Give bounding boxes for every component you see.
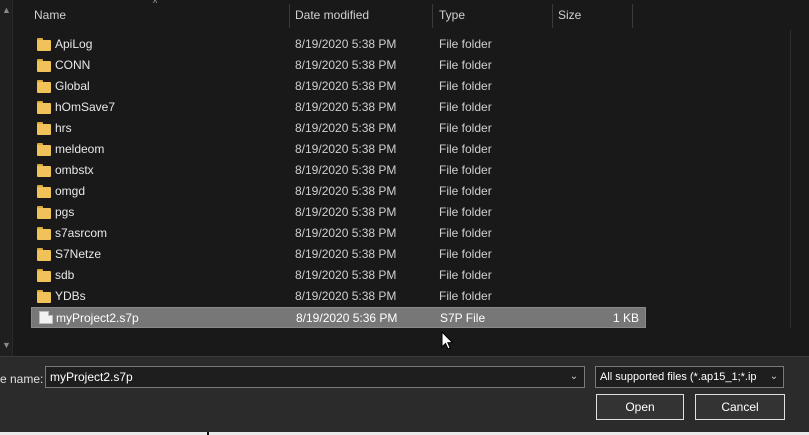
- file-type: File folder: [439, 100, 492, 114]
- file-row[interactable]: pgs 8/19/2020 5:38 PM File folder: [31, 202, 646, 223]
- column-header-size[interactable]: Size: [558, 0, 581, 30]
- folder-icon: [37, 206, 51, 219]
- file-type: File folder: [439, 79, 492, 93]
- file-name-label: e name:: [0, 372, 44, 386]
- file-date: 8/19/2020 5:38 PM: [295, 121, 397, 135]
- column-divider[interactable]: [432, 4, 433, 28]
- file-name: myProject2.s7p: [56, 311, 139, 325]
- file-date: 8/19/2020 5:38 PM: [295, 205, 397, 219]
- file-date: 8/19/2020 5:38 PM: [295, 142, 397, 156]
- file-row[interactable]: CONN 8/19/2020 5:38 PM File folder: [31, 55, 646, 76]
- column-divider[interactable]: [289, 4, 290, 28]
- file-row[interactable]: S7Netze 8/19/2020 5:38 PM File folder: [31, 244, 646, 265]
- file-type: File folder: [439, 142, 492, 156]
- file-name: omgd: [55, 184, 86, 198]
- chevron-down-icon[interactable]: ⌄: [564, 367, 584, 387]
- file-row[interactable]: s7asrcom 8/19/2020 5:38 PM File folder: [31, 223, 646, 244]
- column-header: ^ Name Date modified Type Size: [13, 0, 809, 30]
- file-row[interactable]: ApiLog 8/19/2020 5:38 PM File folder: [31, 34, 646, 55]
- folder-icon: [37, 290, 51, 303]
- file-row[interactable]: hOmSave7 8/19/2020 5:38 PM File folder: [31, 97, 646, 118]
- file-row[interactable]: myProject2.s7p 8/19/2020 5:36 PM S7P File 1…: [31, 307, 646, 328]
- file-type: File folder: [439, 163, 492, 177]
- folder-icon: [37, 59, 51, 72]
- file-type: S7P File: [440, 311, 486, 325]
- folder-icon: [37, 185, 51, 198]
- file-type: File folder: [439, 37, 492, 51]
- file-name: ApiLog: [55, 37, 93, 51]
- file-row[interactable]: sdb 8/19/2020 5:38 PM File folder: [31, 265, 646, 286]
- file-date: 8/19/2020 5:38 PM: [295, 226, 397, 240]
- column-divider[interactable]: [632, 4, 633, 28]
- file-type: File folder: [439, 205, 492, 219]
- file-size: 1 KB: [612, 311, 639, 325]
- file-name: CONN: [55, 58, 91, 72]
- scroll-down-arrow-icon[interactable]: ▼: [1, 339, 12, 351]
- file-type-filter-select[interactable]: All supported files (*.ap15_1;*.ip ⌄: [595, 366, 784, 388]
- file-name: s7asrcom: [55, 226, 108, 240]
- file-name-input[interactable]: myProject2.s7p: [45, 366, 585, 388]
- file-type: File folder: [439, 247, 492, 261]
- file-row[interactable]: YDBs 8/19/2020 5:38 PM File folder: [31, 286, 646, 307]
- column-header-name[interactable]: Name: [34, 0, 66, 30]
- file-row[interactable]: meldeom 8/19/2020 5:38 PM File folder: [31, 139, 646, 160]
- file-name: meldeom: [55, 142, 105, 156]
- dialog-footer: e name: myProject2.s7p ⌄ All supported f…: [0, 356, 809, 435]
- file-name: YDBs: [55, 289, 86, 303]
- file-date: 8/19/2020 5:36 PM: [296, 311, 398, 325]
- folder-icon: [37, 248, 51, 261]
- cancel-button[interactable]: Cancel: [695, 394, 785, 420]
- file-name: ombstx: [55, 163, 94, 177]
- folder-icon: [37, 227, 51, 240]
- file-name: hrs: [55, 121, 72, 135]
- folder-icon: [37, 80, 51, 93]
- file-type: File folder: [439, 184, 492, 198]
- folder-icon: [37, 122, 51, 135]
- open-button[interactable]: Open: [596, 394, 684, 420]
- column-divider[interactable]: [552, 4, 553, 28]
- file-type: File folder: [439, 121, 492, 135]
- file-row[interactable]: Global 8/19/2020 5:38 PM File folder: [31, 76, 646, 97]
- file-name: sdb: [55, 268, 75, 282]
- folder-icon: [37, 38, 51, 51]
- pane-divider: [790, 30, 791, 328]
- folder-icon: [37, 101, 51, 114]
- file-name: S7Netze: [55, 247, 102, 261]
- file-row[interactable]: omgd 8/19/2020 5:38 PM File folder: [31, 181, 646, 202]
- mouse-pointer-icon: [441, 331, 454, 350]
- file-date: 8/19/2020 5:38 PM: [295, 184, 397, 198]
- file-name: pgs: [55, 205, 75, 219]
- scroll-up-arrow-icon[interactable]: ▲: [1, 4, 12, 16]
- file-type: File folder: [439, 226, 492, 240]
- file-name: hOmSave7: [55, 100, 116, 114]
- file-name: Global: [55, 79, 90, 93]
- file-date: 8/19/2020 5:38 PM: [295, 289, 397, 303]
- file-type-filter-value: All supported files (*.ap15_1;*.ip: [600, 371, 757, 383]
- sort-ascending-icon: ^: [153, 0, 158, 8]
- vertical-scrollbar[interactable]: ▲ ▼: [0, 0, 13, 357]
- file-type: File folder: [439, 289, 492, 303]
- folder-icon: [37, 143, 51, 156]
- file-row[interactable]: ombstx 8/19/2020 5:38 PM File folder: [31, 160, 646, 181]
- file-date: 8/19/2020 5:38 PM: [295, 58, 397, 72]
- column-header-type[interactable]: Type: [439, 0, 465, 30]
- file-list: ApiLog 8/19/2020 5:38 PM File folder CONN 8/…: [13, 34, 646, 328]
- file-date: 8/19/2020 5:38 PM: [295, 100, 397, 114]
- file-date: 8/19/2020 5:38 PM: [295, 37, 397, 51]
- folder-icon: [37, 269, 51, 282]
- file-date: 8/19/2020 5:38 PM: [295, 163, 397, 177]
- file-icon: [39, 311, 53, 324]
- file-date: 8/19/2020 5:38 PM: [295, 268, 397, 282]
- file-date: 8/19/2020 5:38 PM: [295, 247, 397, 261]
- folder-icon: [37, 164, 51, 177]
- file-type: File folder: [439, 268, 492, 282]
- chevron-down-icon[interactable]: ⌄: [766, 367, 782, 387]
- file-type: File folder: [439, 58, 492, 72]
- column-header-date-modified[interactable]: Date modified: [295, 0, 369, 30]
- file-row[interactable]: hrs 8/19/2020 5:38 PM File folder: [31, 118, 646, 139]
- file-date: 8/19/2020 5:38 PM: [295, 79, 397, 93]
